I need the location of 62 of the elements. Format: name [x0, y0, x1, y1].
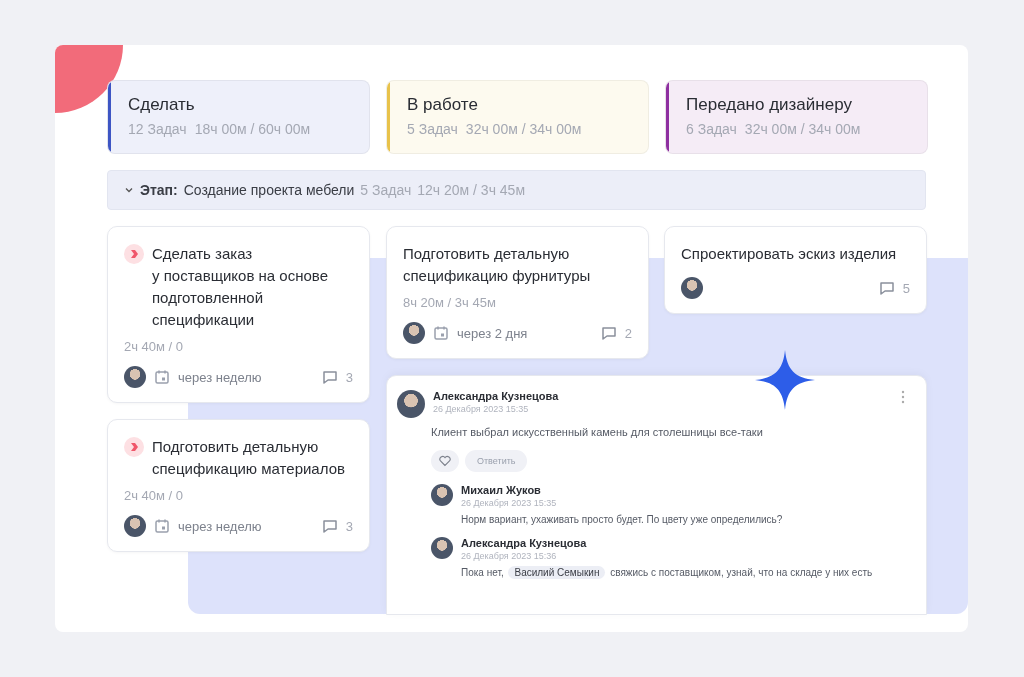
task-card[interactable]: Подготовить детальную спецификацию материалов 2ч 40м / 0 через неделю 3	[107, 419, 370, 552]
task-title: Подготовить детальную спецификацию фурнитуры	[403, 244, 592, 286]
task-card[interactable]: Сделать заказ у поставщиков на основе подготовленной спецификации 2ч 40м / 0 через неделю 3	[107, 226, 370, 403]
calendar-icon	[433, 325, 449, 341]
column-title: Сделать	[128, 95, 196, 115]
task-title: Сделать заказ у поставщиков на основе подготовленной спецификации	[152, 244, 329, 330]
task-title: Спроектировать эскиз изделия	[681, 244, 897, 264]
reply-text: Пока нет, Василий Семыкин свяжись с поставщиком, узнай, что на складе у них есть	[461, 567, 874, 578]
task-count: 5 Задач	[407, 121, 458, 137]
comment-count: 5	[902, 280, 910, 296]
comment-date: 26 Декабря 2023 15:35	[433, 404, 530, 414]
task-title: Подготовить детальную спецификацию материалов	[152, 437, 346, 479]
comment-icon	[321, 369, 338, 385]
avatar-icon	[431, 537, 453, 559]
column-title: Передано дизайнеру	[686, 95, 853, 115]
due-date: через 2 дня	[457, 325, 528, 341]
calendar-icon	[154, 369, 170, 385]
comment-icon	[600, 325, 617, 341]
more-icon[interactable]	[900, 390, 906, 404]
mention-tag[interactable]: Василий Семыкин	[508, 566, 606, 579]
avatar-icon	[681, 277, 703, 299]
calendar-icon	[154, 518, 170, 534]
task-count: 5 Задач	[360, 182, 412, 198]
comment-text: Клиент выбрал искусственный камень для столешницы все-таки	[431, 426, 764, 438]
task-count: 12 Задач	[128, 121, 187, 137]
column-header[interactable]: В работе 5 Задач 32ч 00м / 34ч 00м	[386, 80, 649, 154]
column-header[interactable]: Передано дизайнеру 6 Задач 32ч 00м / 34ч 00м	[665, 80, 928, 154]
task-count: 6 Задач	[686, 121, 737, 137]
stage-bar[interactable]: Этап: Создание проекта мебели 5 Задач 12ч 20м / 3ч 45м	[107, 170, 926, 210]
task-card[interactable]: Спроектировать эскиз изделия 5	[664, 226, 927, 314]
task-card[interactable]: Подготовить детальную спецификацию фурнитуры 8ч 20м / 3ч 45м через 2 дня 2	[386, 226, 649, 359]
time-estimate: 2ч 40м / 0	[124, 339, 185, 354]
avatar-icon	[403, 322, 425, 344]
avatar-icon	[397, 390, 425, 418]
comment-icon	[321, 518, 338, 534]
comment-date: 26 Декабря 2023 15:35	[461, 498, 558, 508]
column-header[interactable]: Сделать 12 Задач 18ч 00м / 60ч 00м	[107, 80, 370, 154]
stage-name: Создание проекта мебели	[183, 182, 355, 198]
comment-date: 26 Декабря 2023 15:36	[461, 551, 558, 561]
time-total: 32ч 00м / 34ч 00м	[465, 121, 582, 137]
avatar-icon	[124, 366, 146, 388]
heart-icon	[439, 455, 451, 467]
reply-text: Норм вариант, ухаживать просто будет. По цвету уже определились?	[461, 514, 784, 525]
comment-count: 3	[345, 518, 353, 534]
comment-count: 2	[624, 325, 632, 341]
like-button[interactable]	[431, 450, 459, 472]
author-name: Михаил Жуков	[461, 484, 542, 496]
time-total: 12ч 20м / 3ч 45м	[417, 182, 525, 198]
time-total: 32ч 00м / 34ч 00м	[744, 121, 861, 137]
due-date: через неделю	[178, 369, 262, 385]
time-estimate: 2ч 40м / 0	[124, 488, 185, 503]
avatar-icon	[124, 515, 146, 537]
avatar-icon	[431, 484, 453, 506]
author-name: Александра Кузнецова	[461, 537, 588, 549]
due-date: через неделю	[178, 518, 262, 534]
comment-count: 3	[345, 369, 353, 385]
time-total: 18ч 00м / 60ч 00м	[194, 121, 311, 137]
author-name: Александра Кузнецова	[433, 390, 560, 402]
stage-label: Этап:	[140, 182, 178, 198]
comment-icon	[878, 280, 895, 296]
time-estimate: 8ч 20м / 3ч 45м	[403, 295, 497, 310]
column-title: В работе	[407, 95, 479, 115]
